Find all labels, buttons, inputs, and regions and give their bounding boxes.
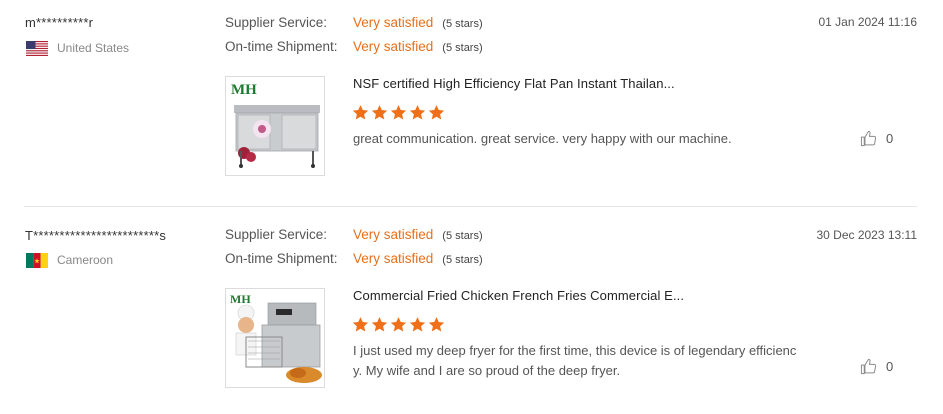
supplier-service-value: Very satisfied: [353, 15, 434, 30]
review-item: T************************s Cameroon Supp…: [0, 207, 943, 414]
brand-logo: MH: [231, 82, 257, 98]
star-icon: [390, 317, 407, 332]
supplier-service-label: Supplier Service:: [225, 227, 328, 242]
shipment-label: On-time Shipment:: [225, 39, 338, 54]
star-icon: [428, 105, 445, 120]
product-title-link[interactable]: NSF certified High Efficiency Flat Pan I…: [353, 76, 675, 91]
supplier-service-label: Supplier Service:: [225, 15, 328, 30]
shipment-rating: On-time Shipment: Very satisfied (5 star…: [225, 251, 483, 266]
buyer-name: T************************s: [25, 228, 167, 243]
buyer-name: m**********r: [25, 15, 94, 30]
supplier-service-rating: Supplier Service: Very satisfied (5 star…: [225, 227, 483, 242]
supplier-service-stars: (5 stars): [442, 230, 483, 242]
supplier-service-rating: Supplier Service: Very satisfied (5 star…: [225, 15, 483, 30]
star-icon: [428, 317, 445, 332]
star-icon: [409, 317, 426, 332]
star-icon: [371, 317, 388, 332]
supplier-service-value: Very satisfied: [353, 227, 434, 242]
country-label: United States: [57, 41, 130, 55]
like-button[interactable]: 0: [860, 358, 893, 375]
review-date: 30 Dec 2023 13:11: [816, 228, 917, 242]
review-date: 01 Jan 2024 11:16: [818, 15, 917, 29]
supplier-service-stars: (5 stars): [442, 18, 483, 30]
shipment-stars: (5 stars): [442, 42, 483, 54]
shipment-value: Very satisfied: [353, 39, 434, 54]
rating-stars: [352, 316, 445, 333]
review-comment: great communication. great service. very…: [353, 131, 732, 146]
star-icon: [409, 105, 426, 120]
product-title-link[interactable]: Commercial Fried Chicken French Fries Co…: [353, 288, 684, 303]
shipment-value: Very satisfied: [353, 251, 434, 266]
like-button[interactable]: 0: [860, 130, 893, 147]
star-icon: [352, 105, 369, 120]
shipment-label: On-time Shipment:: [225, 251, 338, 266]
star-icon: [371, 105, 388, 120]
buyer-country: Cameroon: [26, 252, 113, 268]
cameroon-flag-icon: [26, 252, 48, 268]
thumbs-up-icon: [860, 130, 877, 147]
like-count: 0: [886, 131, 894, 146]
review-comment: I just used my deep fryer for the first …: [353, 343, 797, 378]
country-label: Cameroon: [57, 253, 114, 267]
shipment-stars: (5 stars): [442, 254, 483, 266]
us-flag-icon: [26, 40, 48, 56]
like-count: 0: [886, 359, 894, 374]
shipment-rating: On-time Shipment: Very satisfied (5 star…: [225, 39, 483, 54]
product-thumbnail[interactable]: MH: [225, 288, 325, 388]
review-item: m**********r United States Supplier Serv…: [0, 0, 943, 207]
thumbs-up-icon: [860, 358, 877, 375]
rating-stars: [352, 104, 445, 121]
buyer-country: United States: [26, 40, 129, 56]
star-icon: [390, 105, 407, 120]
star-icon: [352, 317, 369, 332]
brand-logo: MH: [230, 292, 251, 306]
product-thumbnail[interactable]: MH: [225, 76, 325, 176]
